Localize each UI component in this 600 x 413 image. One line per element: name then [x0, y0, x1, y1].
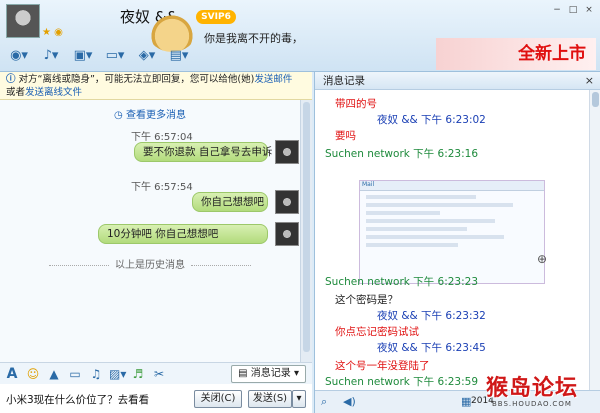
- record-panel-header: 消息记录 ×: [315, 72, 600, 90]
- scrollbar-thumb[interactable]: [303, 102, 310, 352]
- magic-icon[interactable]: ▲: [46, 366, 62, 382]
- record-message: 你点忘记密码试试: [335, 326, 419, 338]
- send-offline-file-link[interactable]: 发送离线文件: [25, 87, 82, 98]
- input-toolbar: A ☺ ▲ ▭ ♫ ▨▾ ♬ ✂▾ ▤ 消息记录 ▾: [0, 362, 312, 397]
- scrollbar-thumb[interactable]: [592, 92, 599, 107]
- record-sender-time: Suchen network 下午 6:23:16: [325, 148, 478, 160]
- record-message: 这个号一年没登陆了: [335, 360, 430, 372]
- sender-avatar[interactable]: [275, 140, 299, 164]
- message-record-panel: 消息记录 × 带四的号 夜奴 && 下午 6:23:02 要吗 Suchen n…: [314, 72, 600, 413]
- close-button[interactable]: 关闭(C): [194, 390, 242, 408]
- site-watermark: 猴岛论坛 BBS.HOUDAO.COM: [482, 370, 600, 413]
- record-sender-time: 夜奴 && 下午 6:23:02: [377, 114, 486, 126]
- record-message: 带四的号: [335, 98, 377, 110]
- watermark-logo: 猴岛论坛: [486, 375, 579, 401]
- chat-toolbar: ◉▾ ♪▾ ▣▾ ▭▾ ◈▾ ▤▾: [6, 46, 192, 64]
- close-window-button[interactable]: ×: [582, 4, 596, 16]
- send-options-dropdown[interactable]: ▾: [292, 390, 306, 408]
- screenshot-brand: Mail: [360, 181, 544, 191]
- calendar-icon[interactable]: ▦: [461, 395, 471, 408]
- notice-text-2: 或者: [6, 87, 26, 98]
- mic-icon[interactable]: ♪▾: [38, 46, 64, 64]
- zoom-icon[interactable]: ⊕: [537, 252, 547, 266]
- record-sender-time: Suchen network 下午 6:23:59: [325, 376, 478, 388]
- search-icon[interactable]: ⌕: [321, 395, 327, 409]
- message-input[interactable]: 小米3现在什么价位了？去看看 关闭(C) 发送(S) ▾: [0, 384, 312, 413]
- notice-text: 对方“离线或隐身”，可能无法立即回复，您可以给他(她): [18, 74, 255, 85]
- record-message: 要吗: [335, 130, 356, 142]
- status-badges: ★ ◉: [42, 27, 63, 38]
- chat-scrollbar[interactable]: [300, 100, 312, 362]
- promo-banner[interactable]: 全新上市: [436, 38, 596, 70]
- record-panel-close-button[interactable]: ×: [585, 72, 594, 90]
- info-icon: ⓘ: [6, 74, 16, 85]
- offline-notice: ⓘ 对方“离线或隐身”，可能无法立即回复，您可以给他(她)发送邮件 或者发送离线…: [0, 72, 312, 100]
- watermark-url: BBS.HOUDAO.COM: [492, 400, 572, 408]
- message-area[interactable]: ◷ 查看更多消息 下午 6:57:04 要不你退款 自己拿号去申诉 下午 6:5…: [0, 100, 300, 362]
- folder-icon[interactable]: ▣▾: [70, 46, 96, 64]
- message-record-button[interactable]: ▤ 消息记录 ▾: [231, 365, 306, 383]
- screen-share-icon[interactable]: ▭▾: [102, 46, 128, 64]
- voice-icon[interactable]: ♫: [88, 366, 104, 382]
- emoji-icon[interactable]: ☺: [25, 366, 41, 382]
- contact-status-message: 你是我离不开的毒，: [204, 32, 303, 45]
- record-message: 这个密码是？: [335, 294, 398, 306]
- chat-panel: ⓘ 对方“离线或隐身”，可能无法立即回复，您可以给他(她)发送邮件 或者发送离线…: [0, 72, 312, 413]
- message-input-text[interactable]: 小米3现在什么价位了？去看看: [6, 392, 149, 407]
- font-icon[interactable]: A: [4, 366, 20, 382]
- screenshot-icon[interactable]: ✂▾: [151, 366, 167, 397]
- window-controls: − □ ×: [550, 4, 596, 16]
- music-icon[interactable]: ♬: [130, 366, 146, 382]
- record-sender-time: 夜奴 && 下午 6:23:32: [377, 310, 486, 322]
- record-sender-time: Suchen network 下午 6:23:23: [325, 276, 478, 288]
- message-bubble[interactable]: 10分钟吧 你自己想想吧: [98, 224, 268, 244]
- message-bubble[interactable]: 你自己想想吧: [192, 192, 268, 212]
- record-screenshot-image[interactable]: Mail: [359, 180, 545, 284]
- sender-avatar[interactable]: [275, 222, 299, 246]
- minimize-button[interactable]: −: [550, 4, 564, 16]
- send-button[interactable]: 发送(S): [248, 390, 292, 408]
- contact-avatar[interactable]: [6, 4, 40, 38]
- image-icon[interactable]: ▨▾: [109, 366, 126, 382]
- speaker-icon[interactable]: ◀): [343, 395, 356, 408]
- message-timestamp: 下午 6:57:04: [131, 132, 193, 143]
- chat-window-header: ★ ◉ 夜奴 && SVIP6 你是我离不开的毒， − □ × ◉▾ ♪▾ ▣▾…: [0, 0, 600, 72]
- record-scrollbar[interactable]: [589, 90, 600, 390]
- send-email-link[interactable]: 发送邮件: [254, 74, 292, 85]
- window-shake-icon[interactable]: ▭: [67, 366, 83, 382]
- more-icon[interactable]: ▤▾: [166, 46, 192, 64]
- history-divider: 以上是历史消息: [20, 256, 280, 271]
- record-sender-time: 夜奴 && 下午 6:23:45: [377, 342, 486, 354]
- sender-avatar[interactable]: [275, 190, 299, 214]
- message-bubble[interactable]: 要不你退款 自己拿号去申诉: [134, 142, 272, 162]
- view-more-messages-link[interactable]: ◷ 查看更多消息: [0, 106, 300, 121]
- maximize-button[interactable]: □: [566, 4, 580, 16]
- app-icon[interactable]: ◈▾: [134, 46, 160, 64]
- message-timestamp: 下午 6:57:54: [131, 182, 193, 193]
- record-panel-title: 消息记录: [323, 75, 365, 87]
- svip-badge[interactable]: SVIP6: [196, 10, 236, 24]
- camera-icon[interactable]: ◉▾: [6, 46, 32, 64]
